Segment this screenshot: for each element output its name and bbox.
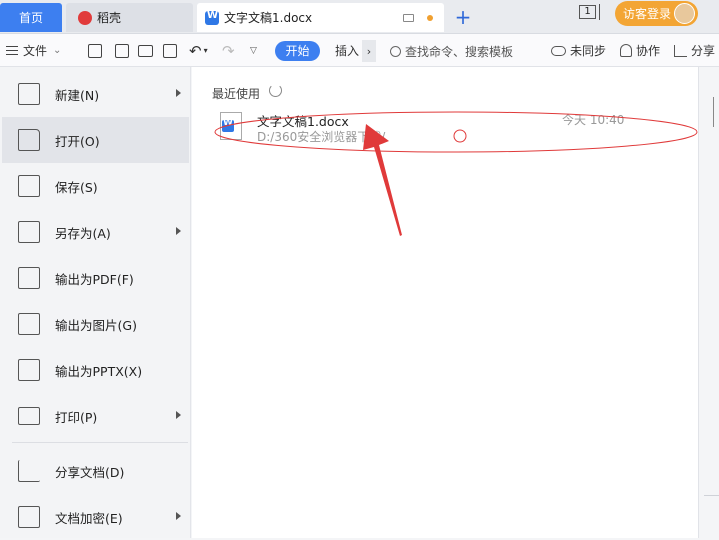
ribbon-scroll-button[interactable]: › — [362, 40, 376, 62]
preview-toolbar-button[interactable] — [163, 34, 177, 67]
save-toolbar-button[interactable] — [88, 34, 102, 67]
menu-item-label: 打开(O) — [55, 133, 100, 149]
avatar — [674, 3, 695, 24]
sync-label: 未同步 — [570, 44, 607, 58]
search-placeholder: 查找命令、搜索模板 — [405, 44, 514, 59]
share-doc-icon — [18, 460, 40, 482]
cloud-icon — [551, 45, 566, 56]
file-menu-button[interactable]: 文件 ⌄ — [6, 34, 61, 67]
right-pane-marker — [704, 97, 714, 127]
menu-item-label: 另存为(A) — [55, 225, 111, 241]
pptx-icon — [18, 359, 40, 381]
menu-item-new[interactable]: 新建(N) — [2, 71, 189, 117]
search-input[interactable]: 查找命令、搜索模板 — [390, 41, 530, 61]
menu-item-label: 输出为PPTX(X) — [55, 363, 143, 379]
submenu-arrow-icon — [176, 89, 181, 97]
recent-file-time: 今天 10:40 — [562, 113, 625, 127]
export-icon — [115, 43, 129, 58]
redo-button[interactable]: ↷ — [222, 34, 235, 67]
recent-file-path: D:/360安全浏览器下载/ — [257, 130, 386, 144]
window-count-icon[interactable]: 1 — [579, 5, 596, 19]
tab-daoke-label: 稻壳 — [97, 11, 122, 25]
word-badge-icon — [222, 118, 234, 132]
collaborate-button[interactable]: 协作 — [620, 34, 660, 67]
search-icon — [390, 45, 401, 57]
window-count-bar — [599, 4, 601, 20]
collaborate-label: 协作 — [636, 44, 661, 58]
undo-button[interactable]: ↶ ▾ — [189, 34, 208, 67]
menu-item-label: 输出为图片(G) — [55, 317, 137, 333]
menu-item-share-doc[interactable]: 分享文档(D) — [2, 448, 189, 494]
recent-files-panel: 最近使用 文字文稿1.docx D:/360安全浏览器下载/ 今天 10:40 — [192, 67, 698, 538]
tab-document-label: 文字文稿1.docx — [224, 11, 313, 25]
pdf-icon — [18, 267, 40, 289]
new-tab-button[interactable]: + — [452, 4, 474, 30]
menu-item-encrypt[interactable]: 文档加密(E) — [2, 494, 189, 540]
tab-home-label: 首页 — [18, 11, 43, 25]
share-label: 分享 — [691, 44, 716, 58]
tab-home[interactable]: 首页 — [0, 3, 62, 32]
right-pane-edge — [698, 67, 719, 538]
image-icon — [18, 313, 40, 335]
menu-item-label: 新建(N) — [55, 87, 100, 103]
tab-document[interactable]: 文字文稿1.docx — [197, 3, 444, 32]
share-button[interactable]: 分享 — [674, 34, 715, 67]
chevron-down-icon: ⌄ — [53, 45, 62, 56]
file-menu: 新建(N) 打开(O) 保存(S) 另存为(A) 输出为PDF(F) 输出为图片… — [0, 67, 191, 538]
submenu-arrow-icon — [176, 227, 181, 235]
menu-item-label: 保存(S) — [55, 179, 98, 195]
chevron-right-icon: › — [366, 44, 372, 58]
save-icon — [88, 43, 102, 58]
right-pane-bottom — [704, 495, 719, 538]
hamburger-icon — [6, 46, 18, 55]
menu-item-save-as[interactable]: 另存为(A) — [2, 209, 189, 255]
menu-item-open[interactable]: 打开(O) — [2, 117, 189, 163]
tab-insert-label: 插入 — [335, 44, 360, 58]
quick-access-dropdown[interactable]: ▽ — [250, 34, 257, 67]
toolbar: 文件 ⌄ ↶ ▾ ↷ ▽ 开始 插入 › 查找命令、搜索模板 未同步 协作 分享 — [0, 34, 719, 67]
save-icon — [18, 175, 40, 197]
person-icon — [620, 44, 632, 57]
print-toolbar-button[interactable] — [138, 34, 153, 67]
new-doc-icon — [18, 83, 40, 105]
sync-button[interactable]: 未同步 — [551, 34, 606, 67]
tab-bar: 首页 稻壳 文字文稿1.docx + 1 访客登录 — [0, 0, 719, 34]
print-preview-icon — [163, 43, 177, 58]
menu-item-export-image[interactable]: 输出为图片(G) — [2, 301, 189, 347]
export-toolbar-button[interactable] — [115, 34, 129, 67]
menu-item-export-pdf[interactable]: 输出为PDF(F) — [2, 255, 189, 301]
tab-start[interactable]: 开始 — [275, 41, 320, 61]
menu-item-print[interactable]: 打印(P) — [2, 393, 189, 439]
menu-item-label: 分享文档(D) — [55, 464, 125, 480]
dropdown-triangle-icon: ▽ — [250, 45, 257, 56]
login-button[interactable]: 访客登录 — [615, 1, 698, 26]
print-icon — [138, 44, 153, 57]
monitor-icon[interactable] — [403, 14, 414, 22]
word-doc-icon — [205, 10, 219, 25]
save-as-icon — [18, 221, 40, 243]
folder-open-icon — [18, 129, 40, 151]
daoke-logo-icon — [78, 10, 92, 25]
menu-item-label: 文档加密(E) — [55, 510, 123, 526]
refresh-icon[interactable] — [269, 84, 282, 97]
undo-icon: ↶ — [189, 41, 202, 60]
recent-title: 最近使用 — [212, 87, 261, 101]
file-menu-label: 文件 — [23, 44, 48, 58]
tab-insert[interactable]: 插入 — [335, 34, 359, 67]
menu-item-label: 打印(P) — [55, 409, 98, 425]
menu-item-save[interactable]: 保存(S) — [2, 163, 189, 209]
undo-dropdown-icon: ▾ — [203, 46, 208, 55]
print-icon — [18, 407, 40, 425]
menu-divider — [12, 442, 188, 443]
tab-daoke[interactable]: 稻壳 — [66, 3, 193, 32]
encrypt-icon — [18, 506, 40, 528]
submenu-arrow-icon — [176, 411, 181, 419]
menu-item-export-pptx[interactable]: 输出为PPTX(X) — [2, 347, 189, 393]
share-icon — [674, 44, 687, 57]
submenu-arrow-icon — [176, 512, 181, 520]
login-label: 访客登录 — [623, 7, 672, 21]
redo-icon: ↷ — [222, 41, 235, 60]
unsaved-dot-icon — [427, 15, 433, 21]
menu-item-label: 输出为PDF(F) — [55, 271, 134, 287]
